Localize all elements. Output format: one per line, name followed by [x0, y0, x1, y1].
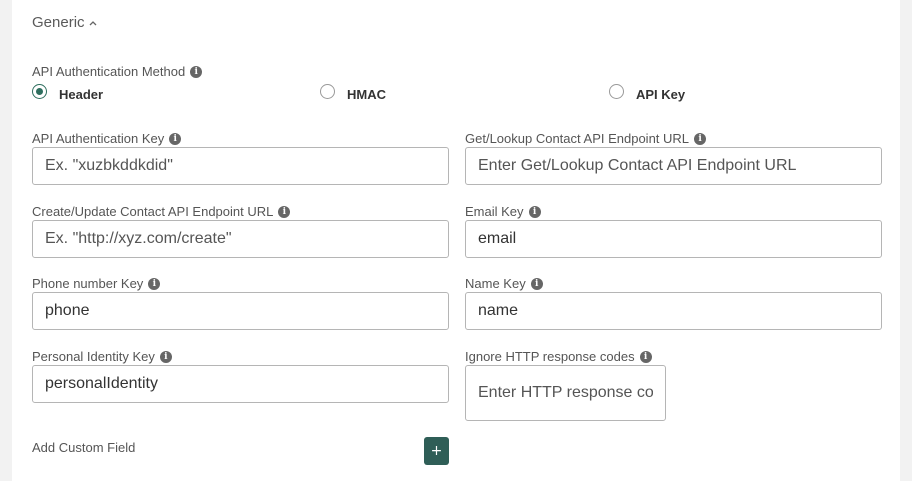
- create-url-input[interactable]: [32, 220, 449, 258]
- radio-header-circle[interactable]: [32, 84, 47, 99]
- section-header-generic[interactable]: Generic: [32, 14, 98, 31]
- radio-api-key[interactable]: API Key: [609, 84, 686, 102]
- radio-api-key-label: API Key: [636, 87, 686, 102]
- radio-hmac-circle[interactable]: [320, 84, 335, 99]
- radio-hmac-label: HMAC: [347, 87, 386, 102]
- auth-method-label: API Authentication Method i: [32, 64, 203, 79]
- info-icon: i: [530, 277, 543, 290]
- create-url-label: Create/Update Contact API Endpoint URL i: [32, 204, 291, 219]
- add-custom-field-button[interactable]: +: [424, 437, 449, 465]
- chevron-up-icon: [89, 20, 96, 25]
- info-icon: i: [159, 350, 172, 363]
- info-icon: i: [190, 65, 203, 78]
- radio-api-key-circle[interactable]: [609, 84, 624, 99]
- name-key-label: Name Key i: [465, 276, 543, 291]
- info-icon: i: [278, 205, 291, 218]
- ignore-codes-label: Ignore HTTP response codes i: [465, 349, 652, 364]
- radio-hmac[interactable]: HMAC: [320, 84, 386, 102]
- plus-icon: +: [430, 443, 443, 459]
- identity-key-label: Personal Identity Key i: [32, 349, 172, 364]
- ignore-codes-input[interactable]: [465, 365, 666, 421]
- radio-header-label: Header: [59, 87, 104, 102]
- auth-key-label: API Authentication Key i: [32, 131, 182, 146]
- name-key-input[interactable]: [465, 292, 882, 330]
- email-key-label: Email Key i: [465, 204, 541, 219]
- lookup-url-input[interactable]: [465, 147, 882, 185]
- auth-key-input[interactable]: [32, 147, 449, 185]
- info-icon: i: [639, 350, 652, 363]
- lookup-url-label: Get/Lookup Contact API Endpoint URL i: [465, 131, 707, 146]
- generic-settings-panel: Generic API Authentication Method i Head…: [12, 0, 900, 481]
- info-icon: i: [169, 132, 182, 145]
- phone-key-input[interactable]: [32, 292, 449, 330]
- email-key-input[interactable]: [465, 220, 882, 258]
- phone-key-label: Phone number Key i: [32, 276, 161, 291]
- section-title: Generic: [32, 14, 85, 31]
- info-icon: i: [148, 277, 161, 290]
- radio-header[interactable]: Header: [32, 84, 104, 102]
- identity-key-input[interactable]: [32, 365, 449, 403]
- info-icon: i: [528, 205, 541, 218]
- info-icon: i: [694, 132, 707, 145]
- add-custom-field-label: Add Custom Field: [32, 440, 136, 455]
